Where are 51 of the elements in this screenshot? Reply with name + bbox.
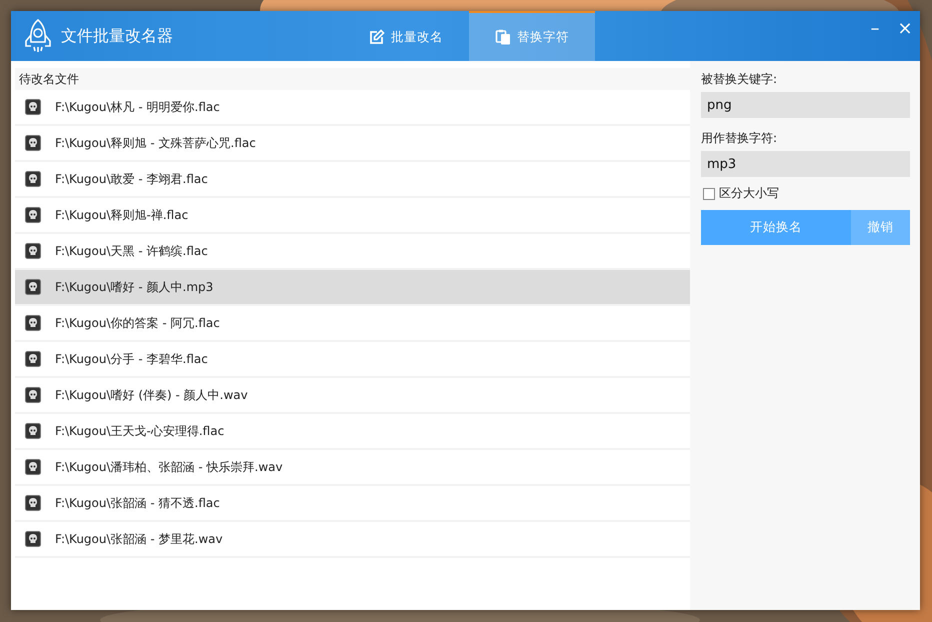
file-row[interactable]: F:\Kugou\王天戈-心安理得.flac bbox=[15, 414, 690, 450]
file-path: F:\Kugou\分手 - 李碧华.flac bbox=[55, 350, 208, 368]
file-path: F:\Kugou\释则旭 - 文殊菩萨心咒.flac bbox=[55, 134, 256, 152]
skull-icon bbox=[25, 495, 41, 511]
checkbox[interactable] bbox=[703, 188, 715, 200]
file-row[interactable]: F:\Kugou\张韶涵 - 梦里花.wav bbox=[15, 522, 690, 558]
file-row[interactable]: F:\Kugou\敢爱 - 李翊君.flac bbox=[15, 162, 690, 198]
column-header: 待改名文件 bbox=[15, 68, 690, 90]
skull-icon bbox=[25, 531, 41, 547]
file-path: F:\Kugou\张韶涵 - 梦里花.wav bbox=[55, 530, 223, 548]
file-row[interactable]: F:\Kugou\释则旭-禅.flac bbox=[15, 198, 690, 234]
file-path: F:\Kugou\王天戈-心安理得.flac bbox=[55, 422, 224, 440]
skull-icon bbox=[25, 207, 41, 223]
window-title: 文件批量改名器 bbox=[61, 26, 173, 46]
file-path: F:\Kugou\嗜好 - 颜人中.mp3 bbox=[55, 278, 214, 296]
file-path: F:\Kugou\释则旭-禅.flac bbox=[55, 206, 188, 224]
skull-icon bbox=[25, 279, 41, 295]
skull-icon bbox=[25, 135, 41, 151]
input-field[interactable]: mp3 bbox=[701, 151, 910, 177]
file-row[interactable]: F:\Kugou\嗜好 - 颜人中.mp3 bbox=[15, 270, 690, 306]
file-path: F:\Kugou\林凡 - 明明爱你.flac bbox=[55, 98, 220, 116]
input-field[interactable]: png bbox=[701, 92, 910, 118]
file-path: F:\Kugou\潘玮柏、张韶涵 - 快乐崇拜.wav bbox=[55, 458, 283, 476]
field-label: 被替换关键字: bbox=[701, 71, 778, 88]
edit-icon bbox=[369, 29, 385, 45]
skull-icon bbox=[25, 171, 41, 187]
file-row[interactable]: F:\Kugou\你的答案 - 阿冗.flac bbox=[15, 306, 690, 342]
file-path: F:\Kugou\嗜好 (伴奏) - 颜人中.wav bbox=[55, 386, 248, 404]
file-path: F:\Kugou\敢爱 - 李翊君.flac bbox=[55, 170, 208, 188]
file-row[interactable]: F:\Kugou\张韶涵 - 猜不透.flac bbox=[15, 486, 690, 522]
field-label: 用作替换字符: bbox=[701, 130, 778, 147]
file-path: F:\Kugou\你的答案 - 阿冗.flac bbox=[55, 314, 220, 332]
copy-icon bbox=[495, 29, 511, 45]
minimize-button[interactable]: – bbox=[860, 13, 890, 43]
file-row[interactable]: F:\Kugou\分手 - 李碧华.flac bbox=[15, 342, 690, 378]
checkbox-label: 区分大小写 bbox=[719, 185, 779, 202]
file-row[interactable]: F:\Kugou\林凡 - 明明爱你.flac bbox=[15, 90, 690, 126]
skull-icon bbox=[25, 351, 41, 367]
rocket-icon bbox=[23, 18, 53, 54]
skull-icon bbox=[25, 423, 41, 439]
file-row[interactable]: F:\Kugou\嗜好 (伴奏) - 颜人中.wav bbox=[15, 378, 690, 414]
skull-icon bbox=[25, 387, 41, 403]
file-row[interactable]: F:\Kugou\潘玮柏、张韶涵 - 快乐崇拜.wav bbox=[15, 450, 690, 486]
close-button[interactable]: × bbox=[890, 13, 920, 43]
file-path: F:\Kugou\张韶涵 - 猜不透.flac bbox=[55, 494, 220, 512]
skull-icon bbox=[25, 315, 41, 331]
skull-icon bbox=[25, 243, 41, 259]
file-path: F:\Kugou\天黑 - 许鹤缤.flac bbox=[55, 242, 208, 260]
skull-icon bbox=[25, 459, 41, 475]
file-row[interactable]: F:\Kugou\释则旭 - 文殊菩萨心咒.flac bbox=[15, 126, 690, 162]
skull-icon bbox=[25, 99, 41, 115]
